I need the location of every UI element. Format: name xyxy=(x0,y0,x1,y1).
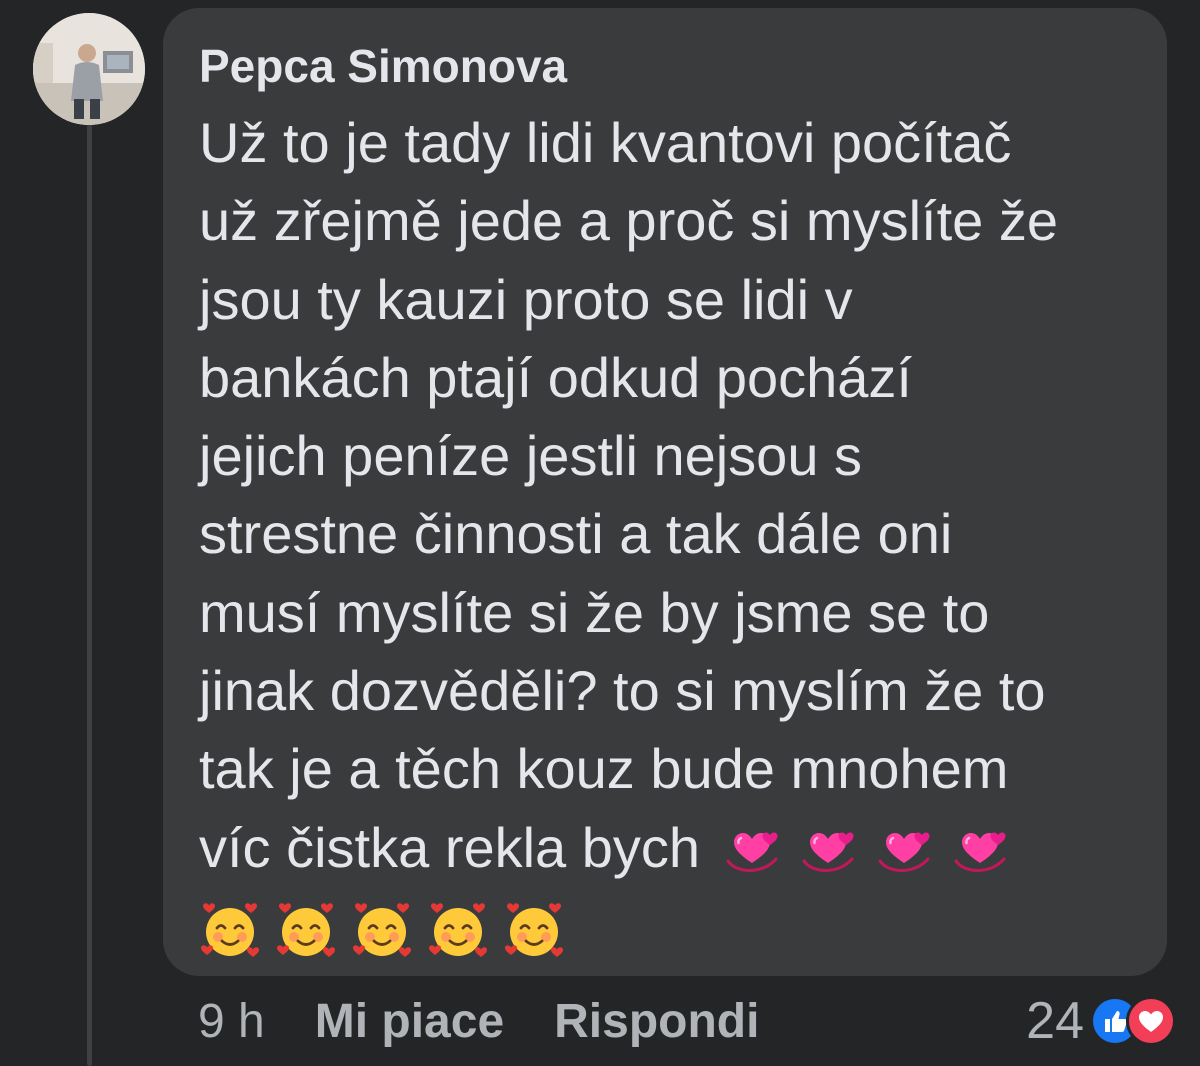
comment-line: tak je a těch kouz bude mnohem xyxy=(199,737,1009,801)
comment-body: Už to je tady lidi kvantovi počítač už z… xyxy=(199,104,1149,965)
comment-time[interactable]: 9 h xyxy=(198,994,265,1049)
thread-line xyxy=(87,124,92,1066)
revolving-hearts-emoji xyxy=(874,821,936,883)
smiling-face-with-hearts-emoji xyxy=(351,899,413,961)
comment-line: musí myslíte si že by jsme se to xyxy=(199,580,990,644)
comment-line: bankách ptají odkud pochází xyxy=(199,345,912,409)
reaction-summary[interactable]: 24 xyxy=(1026,990,1176,1052)
comment-line: Už to je tady lidi kvantovi počítač xyxy=(199,111,1012,174)
reply-button[interactable]: Rispondi xyxy=(554,994,759,1049)
comment-line: jinak dozvěděli? to si myslím že to xyxy=(199,659,1046,723)
comment-line-text: víc čistka rekla bych xyxy=(199,815,701,879)
smiling-face-with-hearts-emoji xyxy=(199,899,261,961)
emoji-group xyxy=(199,899,565,961)
comment-line: strestne činnosti a tak dále oni xyxy=(199,502,953,566)
smiling-face-with-hearts-emoji xyxy=(275,899,337,961)
comment-line: jejich peníze jestli nejsou s xyxy=(199,424,863,488)
revolving-hearts-emoji xyxy=(722,821,784,883)
emoji-group xyxy=(722,821,1012,883)
smiling-face-with-hearts-emoji xyxy=(503,899,565,961)
smiling-face-with-hearts-emoji xyxy=(427,899,489,961)
love-icon xyxy=(1126,996,1176,1046)
comment-bubble: Pepca Simonova Už to je tady lidi kvanto… xyxy=(163,8,1167,976)
comment-footer: 9 h Mi piace Rispondi xyxy=(198,990,809,1052)
comment-emoji-line xyxy=(199,887,1149,965)
comment-line: už zřejmě jede a proč si myslíte že xyxy=(199,189,1058,253)
reaction-count: 24 xyxy=(1026,992,1084,1050)
comment-author[interactable]: Pepca Simonova xyxy=(199,38,567,94)
comment-line: jsou ty kauzi proto se lidi v xyxy=(199,267,853,331)
revolving-hearts-emoji xyxy=(950,821,1012,883)
like-button[interactable]: Mi piace xyxy=(315,994,504,1049)
revolving-hearts-emoji xyxy=(798,821,860,883)
avatar[interactable] xyxy=(33,13,145,125)
comment-thread: Pepca Simonova Už to je tady lidi kvanto… xyxy=(0,0,1200,1066)
comment-line-with-emoji: víc čistka rekla bych xyxy=(199,809,1149,887)
